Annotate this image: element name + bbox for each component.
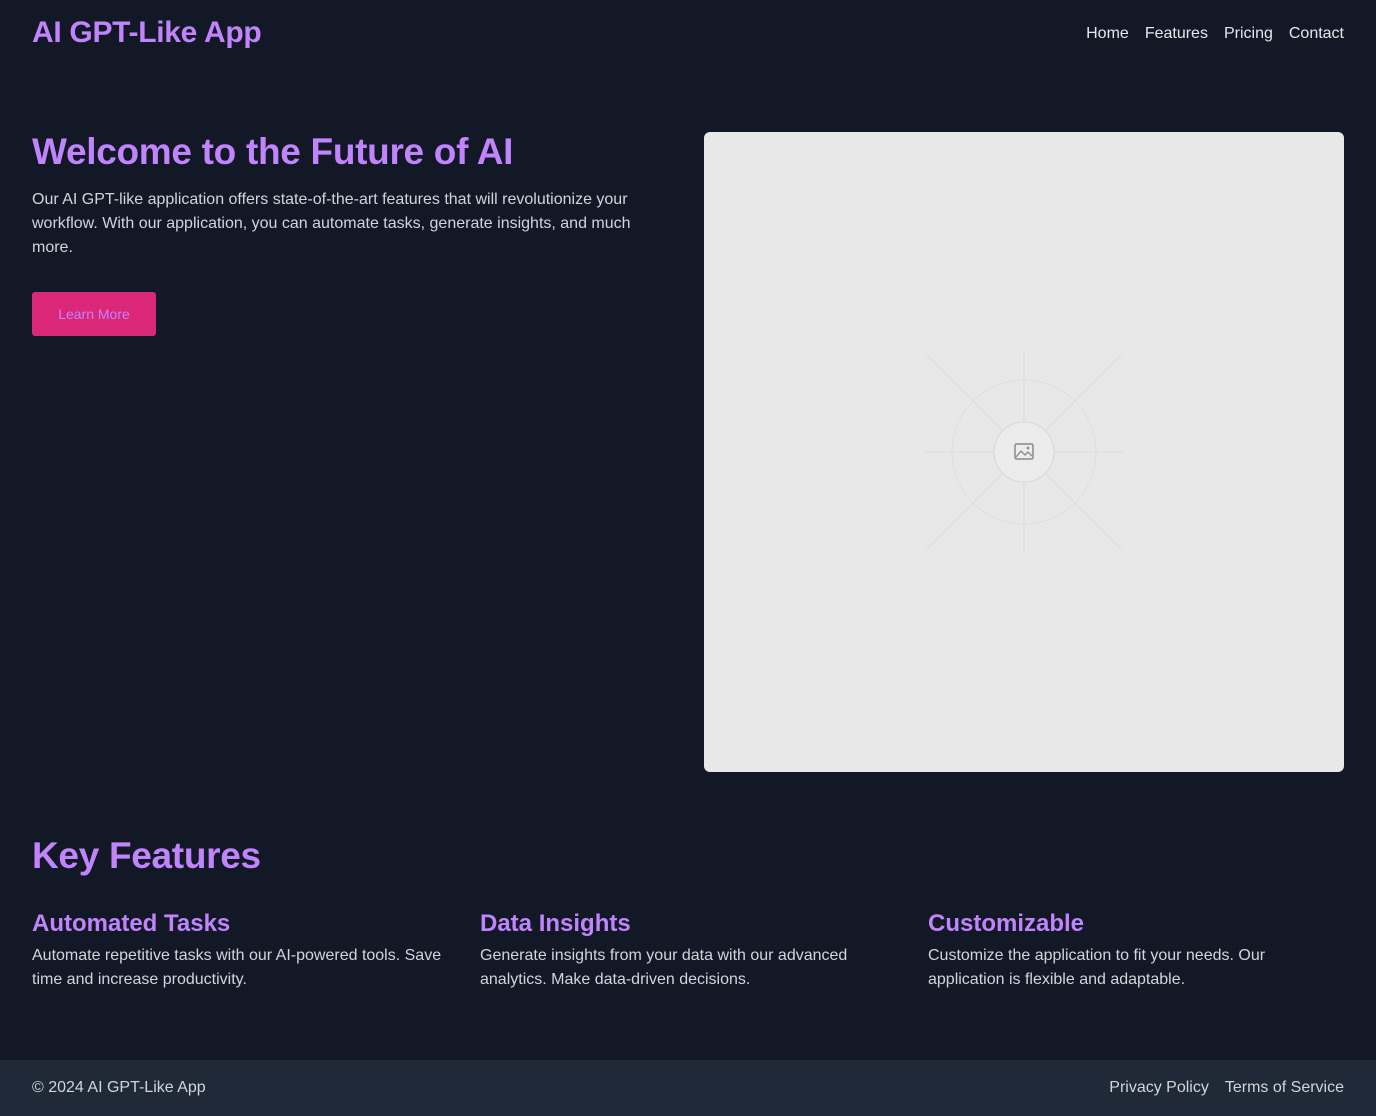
site-header: AI GPT-Like App Home Features Pricing Co…: [0, 0, 1376, 68]
feature-description: Generate insights from your data with ou…: [480, 947, 848, 988]
site-footer: © 2024 AI GPT-Like App Privacy Policy Te…: [0, 1060, 1376, 1116]
terms-of-service-link[interactable]: Terms of Service: [1225, 1079, 1344, 1097]
feature-customizable: Customizable Customize the application t…: [928, 908, 1344, 992]
image-placeholder-icon: [924, 352, 1124, 552]
app-logo[interactable]: AI GPT-Like App: [32, 16, 262, 50]
hero-image-placeholder: [704, 132, 1344, 772]
feature-title: Customizable: [928, 910, 1085, 937]
feature-description: Automate repetitive tasks with our AI-po…: [32, 947, 442, 988]
key-features-title: Key Features: [32, 835, 261, 876]
main-nav: Home Features Pricing Contact: [1086, 25, 1344, 43]
nav-pricing[interactable]: Pricing: [1224, 25, 1273, 43]
nav-contact[interactable]: Contact: [1289, 25, 1344, 43]
feature-title: Automated Tasks: [32, 910, 231, 937]
privacy-policy-link[interactable]: Privacy Policy: [1109, 1079, 1209, 1097]
nav-features[interactable]: Features: [1145, 25, 1208, 43]
hero-description: Our AI GPT-like application offers state…: [32, 191, 631, 256]
feature-automated-tasks: Automated Tasks Automate repetitive task…: [32, 908, 448, 992]
hero-title: Welcome to the Future of AI: [32, 131, 514, 172]
learn-more-button[interactable]: Learn More: [32, 292, 156, 336]
feature-title: Data Insights: [480, 910, 631, 937]
feature-description: Customize the application to fit your ne…: [928, 947, 1266, 988]
copyright-text: © 2024 AI GPT-Like App: [32, 1079, 206, 1096]
footer-links: Privacy Policy Terms of Service: [1109, 1079, 1344, 1097]
nav-home[interactable]: Home: [1086, 25, 1129, 43]
hero-section: Welcome to the Future of AI Our AI GPT-l…: [32, 130, 672, 336]
feature-data-insights: Data Insights Generate insights from you…: [480, 908, 896, 992]
